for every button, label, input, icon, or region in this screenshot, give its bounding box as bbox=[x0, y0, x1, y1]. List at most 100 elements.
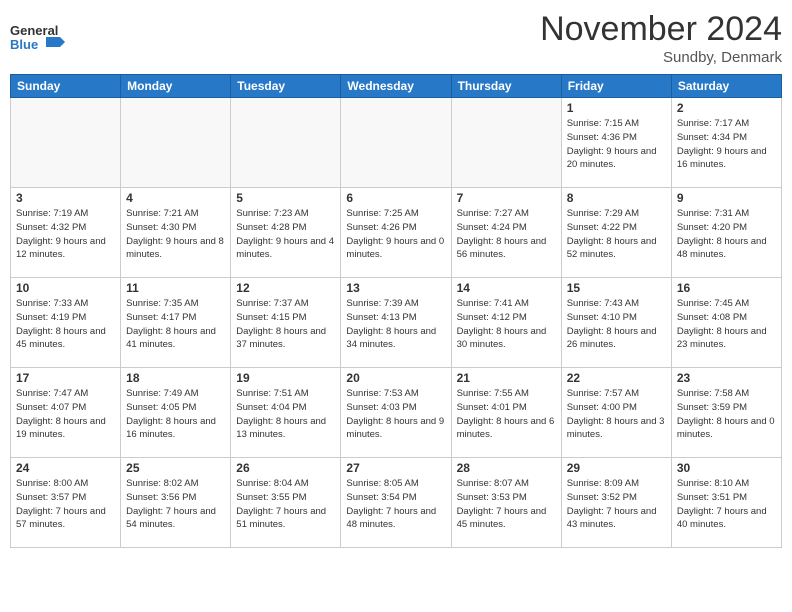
day-info: Sunrise: 7:43 AM Sunset: 4:10 PM Dayligh… bbox=[567, 297, 666, 352]
day-number: 28 bbox=[457, 461, 556, 475]
day-number: 15 bbox=[567, 281, 666, 295]
calendar-cell: 10 Sunrise: 7:33 AM Sunset: 4:19 PM Dayli… bbox=[11, 278, 121, 368]
day-number: 7 bbox=[457, 191, 556, 205]
svg-text:Blue: Blue bbox=[10, 37, 38, 52]
calendar-table: Sunday Monday Tuesday Wednesday Thursday… bbox=[10, 74, 782, 548]
day-info: Sunrise: 7:45 AM Sunset: 4:08 PM Dayligh… bbox=[677, 297, 776, 352]
day-number: 24 bbox=[16, 461, 115, 475]
day-info: Sunrise: 7:33 AM Sunset: 4:19 PM Dayligh… bbox=[16, 297, 115, 352]
day-info: Sunrise: 7:49 AM Sunset: 4:05 PM Dayligh… bbox=[126, 387, 225, 442]
calendar-cell: 19 Sunrise: 7:51 AM Sunset: 4:04 PM Dayli… bbox=[231, 368, 341, 458]
day-number: 3 bbox=[16, 191, 115, 205]
day-header-row: Sunday Monday Tuesday Wednesday Thursday… bbox=[11, 75, 782, 98]
day-info: Sunrise: 7:31 AM Sunset: 4:20 PM Dayligh… bbox=[677, 207, 776, 262]
calendar-cell bbox=[121, 98, 231, 188]
calendar-cell: 27 Sunrise: 8:05 AM Sunset: 3:54 PM Dayli… bbox=[341, 458, 451, 548]
day-number: 2 bbox=[677, 101, 776, 115]
svg-text:General: General bbox=[10, 23, 58, 38]
day-number: 4 bbox=[126, 191, 225, 205]
day-number: 8 bbox=[567, 191, 666, 205]
day-number: 23 bbox=[677, 371, 776, 385]
header-tuesday: Tuesday bbox=[231, 75, 341, 98]
header-saturday: Saturday bbox=[671, 75, 781, 98]
header-thursday: Thursday bbox=[451, 75, 561, 98]
header-sunday: Sunday bbox=[11, 75, 121, 98]
calendar-cell: 16Sunrise: 7:45 AM Sunset: 4:08 PM Dayli… bbox=[671, 278, 781, 368]
day-info: Sunrise: 7:15 AM Sunset: 4:36 PM Dayligh… bbox=[567, 117, 666, 172]
day-number: 1 bbox=[567, 101, 666, 115]
day-info: Sunrise: 7:57 AM Sunset: 4:00 PM Dayligh… bbox=[567, 387, 666, 442]
day-info: Sunrise: 7:21 AM Sunset: 4:30 PM Dayligh… bbox=[126, 207, 225, 262]
day-number: 20 bbox=[346, 371, 445, 385]
day-info: Sunrise: 7:29 AM Sunset: 4:22 PM Dayligh… bbox=[567, 207, 666, 262]
day-info: Sunrise: 7:55 AM Sunset: 4:01 PM Dayligh… bbox=[457, 387, 556, 442]
day-number: 21 bbox=[457, 371, 556, 385]
day-info: Sunrise: 7:23 AM Sunset: 4:28 PM Dayligh… bbox=[236, 207, 335, 262]
header-friday: Friday bbox=[561, 75, 671, 98]
calendar-cell: 3 Sunrise: 7:19 AM Sunset: 4:32 PM Daylig… bbox=[11, 188, 121, 278]
logo: General Blue bbox=[10, 19, 65, 57]
day-info: Sunrise: 7:17 AM Sunset: 4:34 PM Dayligh… bbox=[677, 117, 776, 172]
calendar-cell: 8 Sunrise: 7:29 AM Sunset: 4:22 PM Daylig… bbox=[561, 188, 671, 278]
calendar-cell bbox=[231, 98, 341, 188]
calendar-cell: 9 Sunrise: 7:31 AM Sunset: 4:20 PM Daylig… bbox=[671, 188, 781, 278]
day-info: Sunrise: 7:39 AM Sunset: 4:13 PM Dayligh… bbox=[346, 297, 445, 352]
calendar-cell: 25Sunrise: 8:02 AM Sunset: 3:56 PM Dayli… bbox=[121, 458, 231, 548]
month-title: November 2024 bbox=[540, 10, 782, 49]
day-number: 12 bbox=[236, 281, 335, 295]
calendar-cell: 26 Sunrise: 8:04 AM Sunset: 3:55 PM Dayli… bbox=[231, 458, 341, 548]
header: General Blue November 2024 Sundby, Denma… bbox=[0, 0, 792, 66]
calendar-wrapper: Sunday Monday Tuesday Wednesday Thursday… bbox=[0, 74, 792, 558]
day-info: Sunrise: 7:19 AM Sunset: 4:32 PM Dayligh… bbox=[16, 207, 115, 262]
day-number: 6 bbox=[346, 191, 445, 205]
calendar-cell: 1 Sunrise: 7:15 AM Sunset: 4:36 PM Daylig… bbox=[561, 98, 671, 188]
day-info: Sunrise: 8:05 AM Sunset: 3:54 PM Dayligh… bbox=[346, 477, 445, 532]
day-number: 5 bbox=[236, 191, 335, 205]
day-number: 26 bbox=[236, 461, 335, 475]
day-info: Sunrise: 8:04 AM Sunset: 3:55 PM Dayligh… bbox=[236, 477, 335, 532]
day-number: 30 bbox=[677, 461, 776, 475]
day-info: Sunrise: 8:07 AM Sunset: 3:53 PM Dayligh… bbox=[457, 477, 556, 532]
calendar-cell: 28 Sunrise: 8:07 AM Sunset: 3:53 PM Dayli… bbox=[451, 458, 561, 548]
day-info: Sunrise: 8:10 AM Sunset: 3:51 PM Dayligh… bbox=[677, 477, 776, 532]
day-number: 9 bbox=[677, 191, 776, 205]
day-number: 27 bbox=[346, 461, 445, 475]
day-info: Sunrise: 8:09 AM Sunset: 3:52 PM Dayligh… bbox=[567, 477, 666, 532]
calendar-cell: 2 Sunrise: 7:17 AM Sunset: 4:34 PM Daylig… bbox=[671, 98, 781, 188]
day-info: Sunrise: 7:37 AM Sunset: 4:15 PM Dayligh… bbox=[236, 297, 335, 352]
calendar-cell: 4 Sunrise: 7:21 AM Sunset: 4:30 PM Daylig… bbox=[121, 188, 231, 278]
calendar-cell: 13Sunrise: 7:39 AM Sunset: 4:13 PM Dayli… bbox=[341, 278, 451, 368]
day-info: Sunrise: 7:58 AM Sunset: 3:59 PM Dayligh… bbox=[677, 387, 776, 442]
calendar-cell: 22Sunrise: 7:57 AM Sunset: 4:00 PM Dayli… bbox=[561, 368, 671, 458]
calendar-cell bbox=[451, 98, 561, 188]
day-info: Sunrise: 8:00 AM Sunset: 3:57 PM Dayligh… bbox=[16, 477, 115, 532]
location-subtitle: Sundby, Denmark bbox=[540, 49, 782, 66]
day-number: 29 bbox=[567, 461, 666, 475]
day-info: Sunrise: 7:51 AM Sunset: 4:04 PM Dayligh… bbox=[236, 387, 335, 442]
calendar-cell: 12 Sunrise: 7:37 AM Sunset: 4:15 PM Dayli… bbox=[231, 278, 341, 368]
day-number: 18 bbox=[126, 371, 225, 385]
day-number: 10 bbox=[16, 281, 115, 295]
calendar-cell: 23 Sunrise: 7:58 AM Sunset: 3:59 PM Dayli… bbox=[671, 368, 781, 458]
header-wednesday: Wednesday bbox=[341, 75, 451, 98]
day-number: 11 bbox=[126, 281, 225, 295]
header-monday: Monday bbox=[121, 75, 231, 98]
calendar-cell: 17 Sunrise: 7:47 AM Sunset: 4:07 PM Dayli… bbox=[11, 368, 121, 458]
calendar-cell: 14 Sunrise: 7:41 AM Sunset: 4:12 PM Dayli… bbox=[451, 278, 561, 368]
day-info: Sunrise: 7:25 AM Sunset: 4:26 PM Dayligh… bbox=[346, 207, 445, 262]
day-number: 14 bbox=[457, 281, 556, 295]
day-info: Sunrise: 7:47 AM Sunset: 4:07 PM Dayligh… bbox=[16, 387, 115, 442]
day-info: Sunrise: 7:41 AM Sunset: 4:12 PM Dayligh… bbox=[457, 297, 556, 352]
day-number: 19 bbox=[236, 371, 335, 385]
title-section: November 2024 Sundby, Denmark bbox=[540, 10, 782, 66]
calendar-cell: 5 Sunrise: 7:23 AM Sunset: 4:28 PM Daylig… bbox=[231, 188, 341, 278]
calendar-cell bbox=[11, 98, 121, 188]
calendar-cell: 18 Sunrise: 7:49 AM Sunset: 4:05 PM Dayli… bbox=[121, 368, 231, 458]
calendar-cell: 11Sunrise: 7:35 AM Sunset: 4:17 PM Dayli… bbox=[121, 278, 231, 368]
day-number: 17 bbox=[16, 371, 115, 385]
calendar-cell: 15 Sunrise: 7:43 AM Sunset: 4:10 PM Dayli… bbox=[561, 278, 671, 368]
day-info: Sunrise: 7:27 AM Sunset: 4:24 PM Dayligh… bbox=[457, 207, 556, 262]
day-number: 25 bbox=[126, 461, 225, 475]
calendar-cell: 21 Sunrise: 7:55 AM Sunset: 4:01 PM Dayli… bbox=[451, 368, 561, 458]
logo-svg: General Blue bbox=[10, 19, 65, 57]
